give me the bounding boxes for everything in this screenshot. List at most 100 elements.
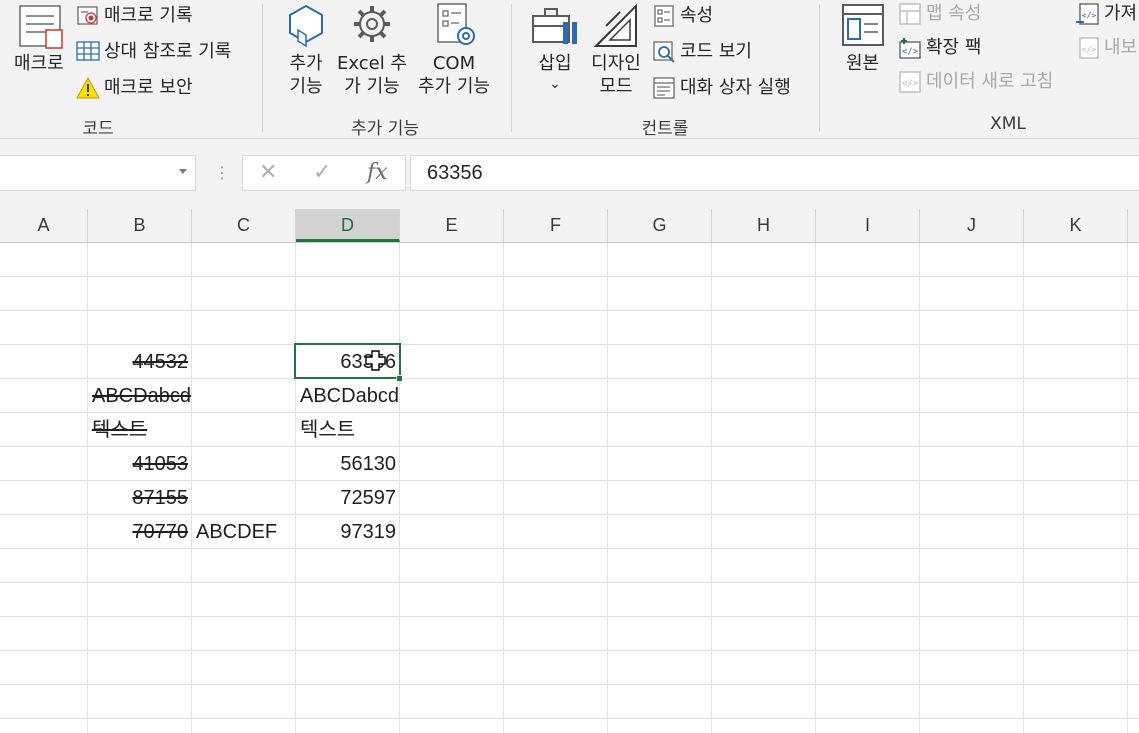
svg-text:</>: </> bbox=[1082, 11, 1097, 20]
design-mode-button[interactable]: 디자인 모드 bbox=[586, 52, 646, 98]
column-header-e[interactable]: E bbox=[400, 209, 504, 242]
excel-addins-button[interactable]: Excel 추 가 기능 bbox=[334, 52, 410, 98]
properties-button[interactable]: 속성 bbox=[680, 5, 713, 27]
column-header-f[interactable]: F bbox=[504, 209, 608, 242]
group-separator bbox=[262, 4, 263, 132]
run-dialog-button[interactable]: 대화 상자 실행 bbox=[680, 77, 791, 99]
expansion-packs-icon: </> bbox=[898, 36, 922, 60]
grid-line bbox=[815, 243, 816, 733]
column-header-k[interactable]: K bbox=[1024, 209, 1128, 242]
column-header-d[interactable]: D bbox=[296, 209, 400, 242]
relative-references-icon bbox=[76, 40, 100, 64]
grid-line bbox=[0, 582, 1139, 583]
grid-line bbox=[0, 616, 1139, 617]
column-header-h[interactable]: H bbox=[712, 209, 816, 242]
insert-controls-button[interactable]: 삽입 ⌄ bbox=[530, 52, 580, 93]
cell-b6-value: 텍스트 bbox=[92, 419, 148, 441]
grid-line bbox=[711, 243, 712, 733]
cell-d6-value: 텍스트 bbox=[300, 419, 356, 441]
cell-b4[interactable]: 44532 bbox=[88, 345, 192, 379]
record-macro-icon bbox=[76, 4, 100, 28]
name-box-dropdown-icon[interactable] bbox=[179, 169, 187, 174]
column-header-g[interactable]: G bbox=[608, 209, 712, 242]
cell-b5[interactable]: ABCDabcd bbox=[88, 379, 198, 413]
svg-text:</>: </> bbox=[902, 47, 919, 57]
code-group-label: 코드 bbox=[82, 119, 114, 139]
com-addins-label-line1: COM bbox=[432, 53, 476, 74]
excel-addins-gear-icon[interactable] bbox=[348, 2, 396, 50]
grid-line bbox=[0, 276, 1139, 277]
design-mode-label-line1: 디자인 bbox=[591, 53, 641, 74]
cell-b9-value: 70770 bbox=[132, 521, 188, 543]
xml-group-label: XML bbox=[990, 114, 1026, 134]
formula-input[interactable]: 63356 bbox=[410, 155, 1139, 191]
cell-b4-value: 44532 bbox=[132, 351, 188, 373]
controls-group-label: 컨트롤 bbox=[641, 119, 689, 139]
excel-addins-label-line1: Excel 추 bbox=[337, 53, 407, 74]
formula-bar-grip-icon[interactable]: ⋮ bbox=[214, 163, 230, 183]
addins-button[interactable]: 추가 기능 bbox=[282, 52, 330, 98]
addins-icon[interactable] bbox=[284, 2, 328, 50]
macro-security-button[interactable]: 매크로 보안 bbox=[104, 77, 193, 99]
cell-b5-value: ABCDabcd bbox=[92, 385, 191, 407]
insert-function-icon[interactable]: fx bbox=[367, 161, 388, 185]
svg-text:</>: </> bbox=[902, 79, 919, 89]
record-macro-button[interactable]: 매크로 기록 bbox=[104, 5, 193, 27]
design-mode-icon[interactable] bbox=[592, 2, 640, 50]
cell-b6[interactable]: 텍스트 bbox=[88, 413, 192, 447]
cell-d7[interactable]: 56130 bbox=[296, 447, 400, 481]
cell-b7[interactable]: 41053 bbox=[88, 447, 192, 481]
addins-label-line1: 추가 bbox=[289, 53, 323, 74]
addins-label-line2: 기능 bbox=[289, 76, 323, 97]
refresh-data-icon: </> bbox=[898, 70, 922, 94]
grid-line bbox=[919, 243, 920, 733]
cell-c9[interactable]: ABCDEF bbox=[192, 515, 296, 549]
expansion-packs-button[interactable]: 확장 팩 bbox=[926, 37, 981, 59]
group-separator bbox=[819, 4, 820, 132]
cell-d5[interactable]: ABCDabcd bbox=[296, 379, 406, 413]
column-header-a[interactable]: A bbox=[0, 209, 88, 242]
addins-group-label: 추가 기능 bbox=[351, 119, 419, 139]
column-headers: A B C D E F G H I J K bbox=[0, 209, 1139, 243]
view-code-button[interactable]: 코드 보기 bbox=[680, 41, 752, 63]
cell-d9[interactable]: 97319 bbox=[296, 515, 400, 549]
relative-references-button[interactable]: 상대 참조로 기록 bbox=[104, 41, 231, 63]
grid-line bbox=[0, 718, 1139, 719]
enter-check-icon[interactable]: ✓ bbox=[313, 161, 331, 185]
column-header-b[interactable]: B bbox=[88, 209, 192, 242]
xml-source-button[interactable]: 원본 bbox=[846, 53, 879, 75]
com-addins-button[interactable]: COM 추가 기능 bbox=[412, 52, 496, 98]
grid-line bbox=[503, 243, 504, 733]
name-box[interactable] bbox=[0, 155, 196, 191]
cell-d6[interactable]: 텍스트 bbox=[296, 413, 400, 447]
export-button[interactable]: 내보 bbox=[1104, 37, 1137, 59]
cell-d8-value: 72597 bbox=[340, 487, 396, 509]
cell-b9[interactable]: 70770 bbox=[88, 515, 192, 549]
fill-handle[interactable] bbox=[396, 375, 403, 382]
insert-label: 삽입 bbox=[538, 53, 572, 74]
column-header-j[interactable]: J bbox=[920, 209, 1024, 242]
map-properties-button[interactable]: 맵 속성 bbox=[926, 3, 981, 25]
cell-b8-value: 87155 bbox=[132, 487, 188, 509]
map-properties-icon bbox=[898, 2, 922, 26]
import-button[interactable]: 가져 bbox=[1104, 3, 1137, 25]
cancel-icon[interactable]: ✕ bbox=[259, 161, 277, 185]
column-header-c[interactable]: C bbox=[192, 209, 296, 242]
cell-b7-value: 41053 bbox=[132, 453, 188, 475]
excel-addins-label-line2: 가 기능 bbox=[344, 76, 400, 97]
svg-text:</>: </> bbox=[1082, 45, 1097, 54]
refresh-data-button[interactable]: 데이터 새로 고침 bbox=[926, 71, 1053, 93]
export-icon: </> bbox=[1076, 36, 1100, 60]
cell-d8[interactable]: 72597 bbox=[296, 481, 400, 515]
cell-c9-value: ABCDEF bbox=[196, 521, 278, 543]
cell-b8[interactable]: 87155 bbox=[88, 481, 192, 515]
chevron-down-icon: ⌄ bbox=[549, 76, 561, 92]
macros-icon[interactable] bbox=[18, 4, 66, 50]
com-addins-icon[interactable] bbox=[432, 2, 480, 50]
mouse-cursor-icon bbox=[365, 350, 387, 376]
xml-source-icon[interactable] bbox=[840, 2, 886, 50]
run-dialog-icon bbox=[652, 76, 676, 100]
toolbox-icon[interactable] bbox=[530, 4, 580, 50]
column-header-i[interactable]: I bbox=[816, 209, 920, 242]
macros-button[interactable]: 매크로 bbox=[14, 53, 64, 75]
